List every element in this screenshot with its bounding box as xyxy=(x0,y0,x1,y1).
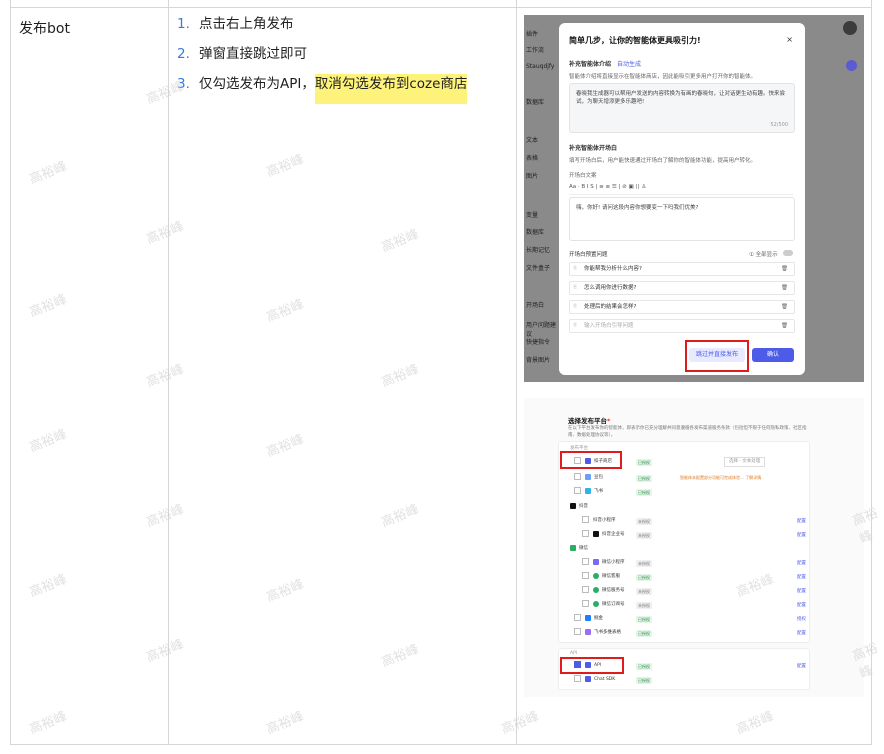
configure-link[interactable]: 配置 xyxy=(797,560,806,566)
status-badge: 已授权 xyxy=(636,677,652,684)
show-all-label: ① 全部显示 xyxy=(749,252,778,258)
platform-row[interactable]: 抖音小程序 xyxy=(582,516,616,526)
list-item: 2. 弹窗直接跳过即可 xyxy=(177,46,307,62)
sidebar-item: 插件 xyxy=(526,31,539,38)
list-item: 3. 仅勾选发布为API， 取消勾选发布到coze商店 xyxy=(177,74,468,104)
intro-section-title: 补充智能体介绍 自动生成 xyxy=(569,61,642,68)
sidebar-item: 用户问题建议 xyxy=(526,322,557,338)
sidebar-item: 文件盒子 xyxy=(526,265,551,272)
status-badge: 已授权 xyxy=(636,630,652,637)
sidebar-item: 文本 xyxy=(526,137,539,144)
preset-question[interactable]: ⠿ 怎么调用你进行数据? 🗑 xyxy=(569,281,795,295)
delete-icon: 🗑 xyxy=(781,323,788,329)
sidebar-item: 工作流 xyxy=(526,47,545,54)
row-title: 发布bot xyxy=(19,21,70,37)
api-group-label: API xyxy=(570,651,578,656)
status-badge: 已授权 xyxy=(636,459,652,466)
configure-link[interactable]: 配置 xyxy=(797,574,806,580)
status-badge: 未授权 xyxy=(636,518,652,525)
preset-question-input[interactable]: ⠿ 输入开场白引导问题 🗑 xyxy=(569,319,795,333)
delete-icon: 🗑 xyxy=(781,266,788,272)
configure-link[interactable]: 配置 xyxy=(797,602,806,608)
highlighted-text: 取消勾选发布到coze商店 xyxy=(314,74,468,104)
annotation-box xyxy=(560,657,624,674)
annotation-box xyxy=(685,340,749,372)
platform-title: 选择发布平台* xyxy=(568,417,611,425)
configure-link[interactable]: 配置 xyxy=(797,630,806,636)
configure-link[interactable]: 配置 xyxy=(797,663,806,669)
status-badge: 未授权 xyxy=(636,560,652,567)
platform-group-wechat[interactable]: 微信 xyxy=(570,544,588,554)
opening-label: 开场白文案 xyxy=(569,173,597,179)
platform-row[interactable]: 微信小程序 xyxy=(582,558,625,568)
preset-question[interactable]: ⠿ 处理后的结果会怎样? 🗑 xyxy=(569,300,795,314)
platform-row-feishu-table[interactable]: 飞书多维表格 xyxy=(574,628,621,638)
status-badge: 已授权 xyxy=(636,489,652,496)
configure-link[interactable]: 配置 xyxy=(797,518,806,524)
sidebar-item: 变量 xyxy=(526,212,539,219)
preset-label: 开场白预置问题 xyxy=(569,252,608,258)
platform-group-douyin[interactable]: 抖音 xyxy=(570,502,588,512)
authorize-link[interactable]: 授权 xyxy=(797,616,806,622)
show-all-toggle[interactable] xyxy=(783,250,793,256)
sidebar-item: 背景图片 xyxy=(526,357,551,364)
delete-icon: 🗑 xyxy=(781,304,788,310)
sidebar-item: 长期记忆 xyxy=(526,247,551,254)
intro-textarea[interactable]: 春晓我生成器可以帮用户发送的内容转换为有画的春晓句，让对话更生动有趣。快来尝试，… xyxy=(569,83,795,133)
editor-toolbar[interactable]: Aa · B I S | ≡ ≡ ☰ | ⊘ ▣ ⟨⟩ ♙ xyxy=(569,184,793,195)
sidebar-item: 数据库 xyxy=(526,229,545,236)
sidebar-item: Stauqdjfy xyxy=(526,63,555,70)
configure-link[interactable]: 配置 xyxy=(797,532,806,538)
platform-row-doubao[interactable]: 豆包 xyxy=(574,473,603,483)
status-badge: 已授权 xyxy=(636,475,652,482)
sidebar: 插件 工作流 Stauqdjfy 数据库 文本 表格 图片 变量 数据库 长期记… xyxy=(524,15,558,382)
platform-row-feishu[interactable]: 飞书 xyxy=(574,487,603,497)
status-badge: 未授权 xyxy=(636,588,652,595)
platform-row-chat-sdk[interactable]: Chat SDK xyxy=(574,675,615,685)
status-badge: 已授权 xyxy=(636,574,652,581)
bot-avatar xyxy=(846,60,857,71)
platform-card xyxy=(558,441,810,643)
publish-dialog-screenshot: 插件 工作流 Stauqdjfy 数据库 文本 表格 图片 变量 数据库 长期记… xyxy=(524,15,864,382)
platform-row[interactable]: 抖音企业号 xyxy=(582,530,625,540)
platform-row-juejin[interactable]: 掘金 xyxy=(574,614,603,624)
platform-row[interactable]: 微信客服 xyxy=(582,572,620,582)
confirm-button[interactable]: 确认 xyxy=(752,348,794,362)
category-select[interactable]: 选择 · 文本处理 xyxy=(724,457,766,467)
doubao-note: 智能体未配置部分功能可完成体验… 了解详情 xyxy=(680,475,762,480)
opening-editor[interactable]: 嗨，你好! 请问这段内容你想要变一下吗我们优美? xyxy=(569,197,795,241)
opening-section-title: 补充智能体开场白 xyxy=(569,145,618,152)
status-badge: 已授权 xyxy=(636,663,652,670)
modal-title: 简单几步，让你的智能体更具吸引力! xyxy=(569,36,701,45)
sidebar-item: 开场白 xyxy=(526,302,545,309)
sidebar-item: 快捷指令 xyxy=(526,339,551,346)
opening-description: 填写开场白后，用户能快速通过开场白了解你的智能体功能，提高用户转化。 xyxy=(569,158,757,164)
platform-row[interactable]: 微信订阅号 xyxy=(582,600,625,610)
status-badge: 未授权 xyxy=(636,602,652,609)
steps-list: 1. 点击右上角发布 2. 弹窗直接跳过即可 3. 仅勾选发布为API， 取消勾选发布到… xyxy=(177,14,468,104)
status-badge: 未授权 xyxy=(636,532,652,539)
sidebar-item: 数据库 xyxy=(526,99,545,106)
publish-modal: 简单几步，让你的智能体更具吸引力! × 补充智能体介绍 自动生成 智能体介绍将直接… xyxy=(559,23,805,375)
avatar[interactable] xyxy=(843,21,857,35)
status-badge: 已授权 xyxy=(636,616,652,623)
char-count: 52/500 xyxy=(770,122,788,128)
auto-generate-link[interactable]: 自动生成 xyxy=(617,61,641,68)
preset-question[interactable]: ⠿ 你能帮我分析什么内容? 🗑 xyxy=(569,262,795,276)
platform-selection-screenshot: 选择发布平台* 在以下平台发布你的智能体，即表示你已充分理解并同意遵循各发布渠道… xyxy=(524,398,864,697)
intro-description: 智能体介绍将直接显示在智能体商店，因此能吸引更多用户打开你的智能体。 xyxy=(569,74,757,80)
platform-description: 在以下平台发布你的智能体，即表示你已充分理解并同意遵循各发布渠道服务条款（包括但… xyxy=(568,426,807,438)
sidebar-item: 图片 xyxy=(526,173,539,180)
sidebar-item: 表格 xyxy=(526,155,539,162)
close-icon[interactable]: × xyxy=(786,35,793,44)
annotation-box xyxy=(560,451,622,469)
list-item: 1. 点击右上角发布 xyxy=(177,16,294,32)
platform-row[interactable]: 微信服务号 xyxy=(582,586,625,596)
delete-icon: 🗑 xyxy=(781,285,788,291)
configure-link[interactable]: 配置 xyxy=(797,588,806,594)
